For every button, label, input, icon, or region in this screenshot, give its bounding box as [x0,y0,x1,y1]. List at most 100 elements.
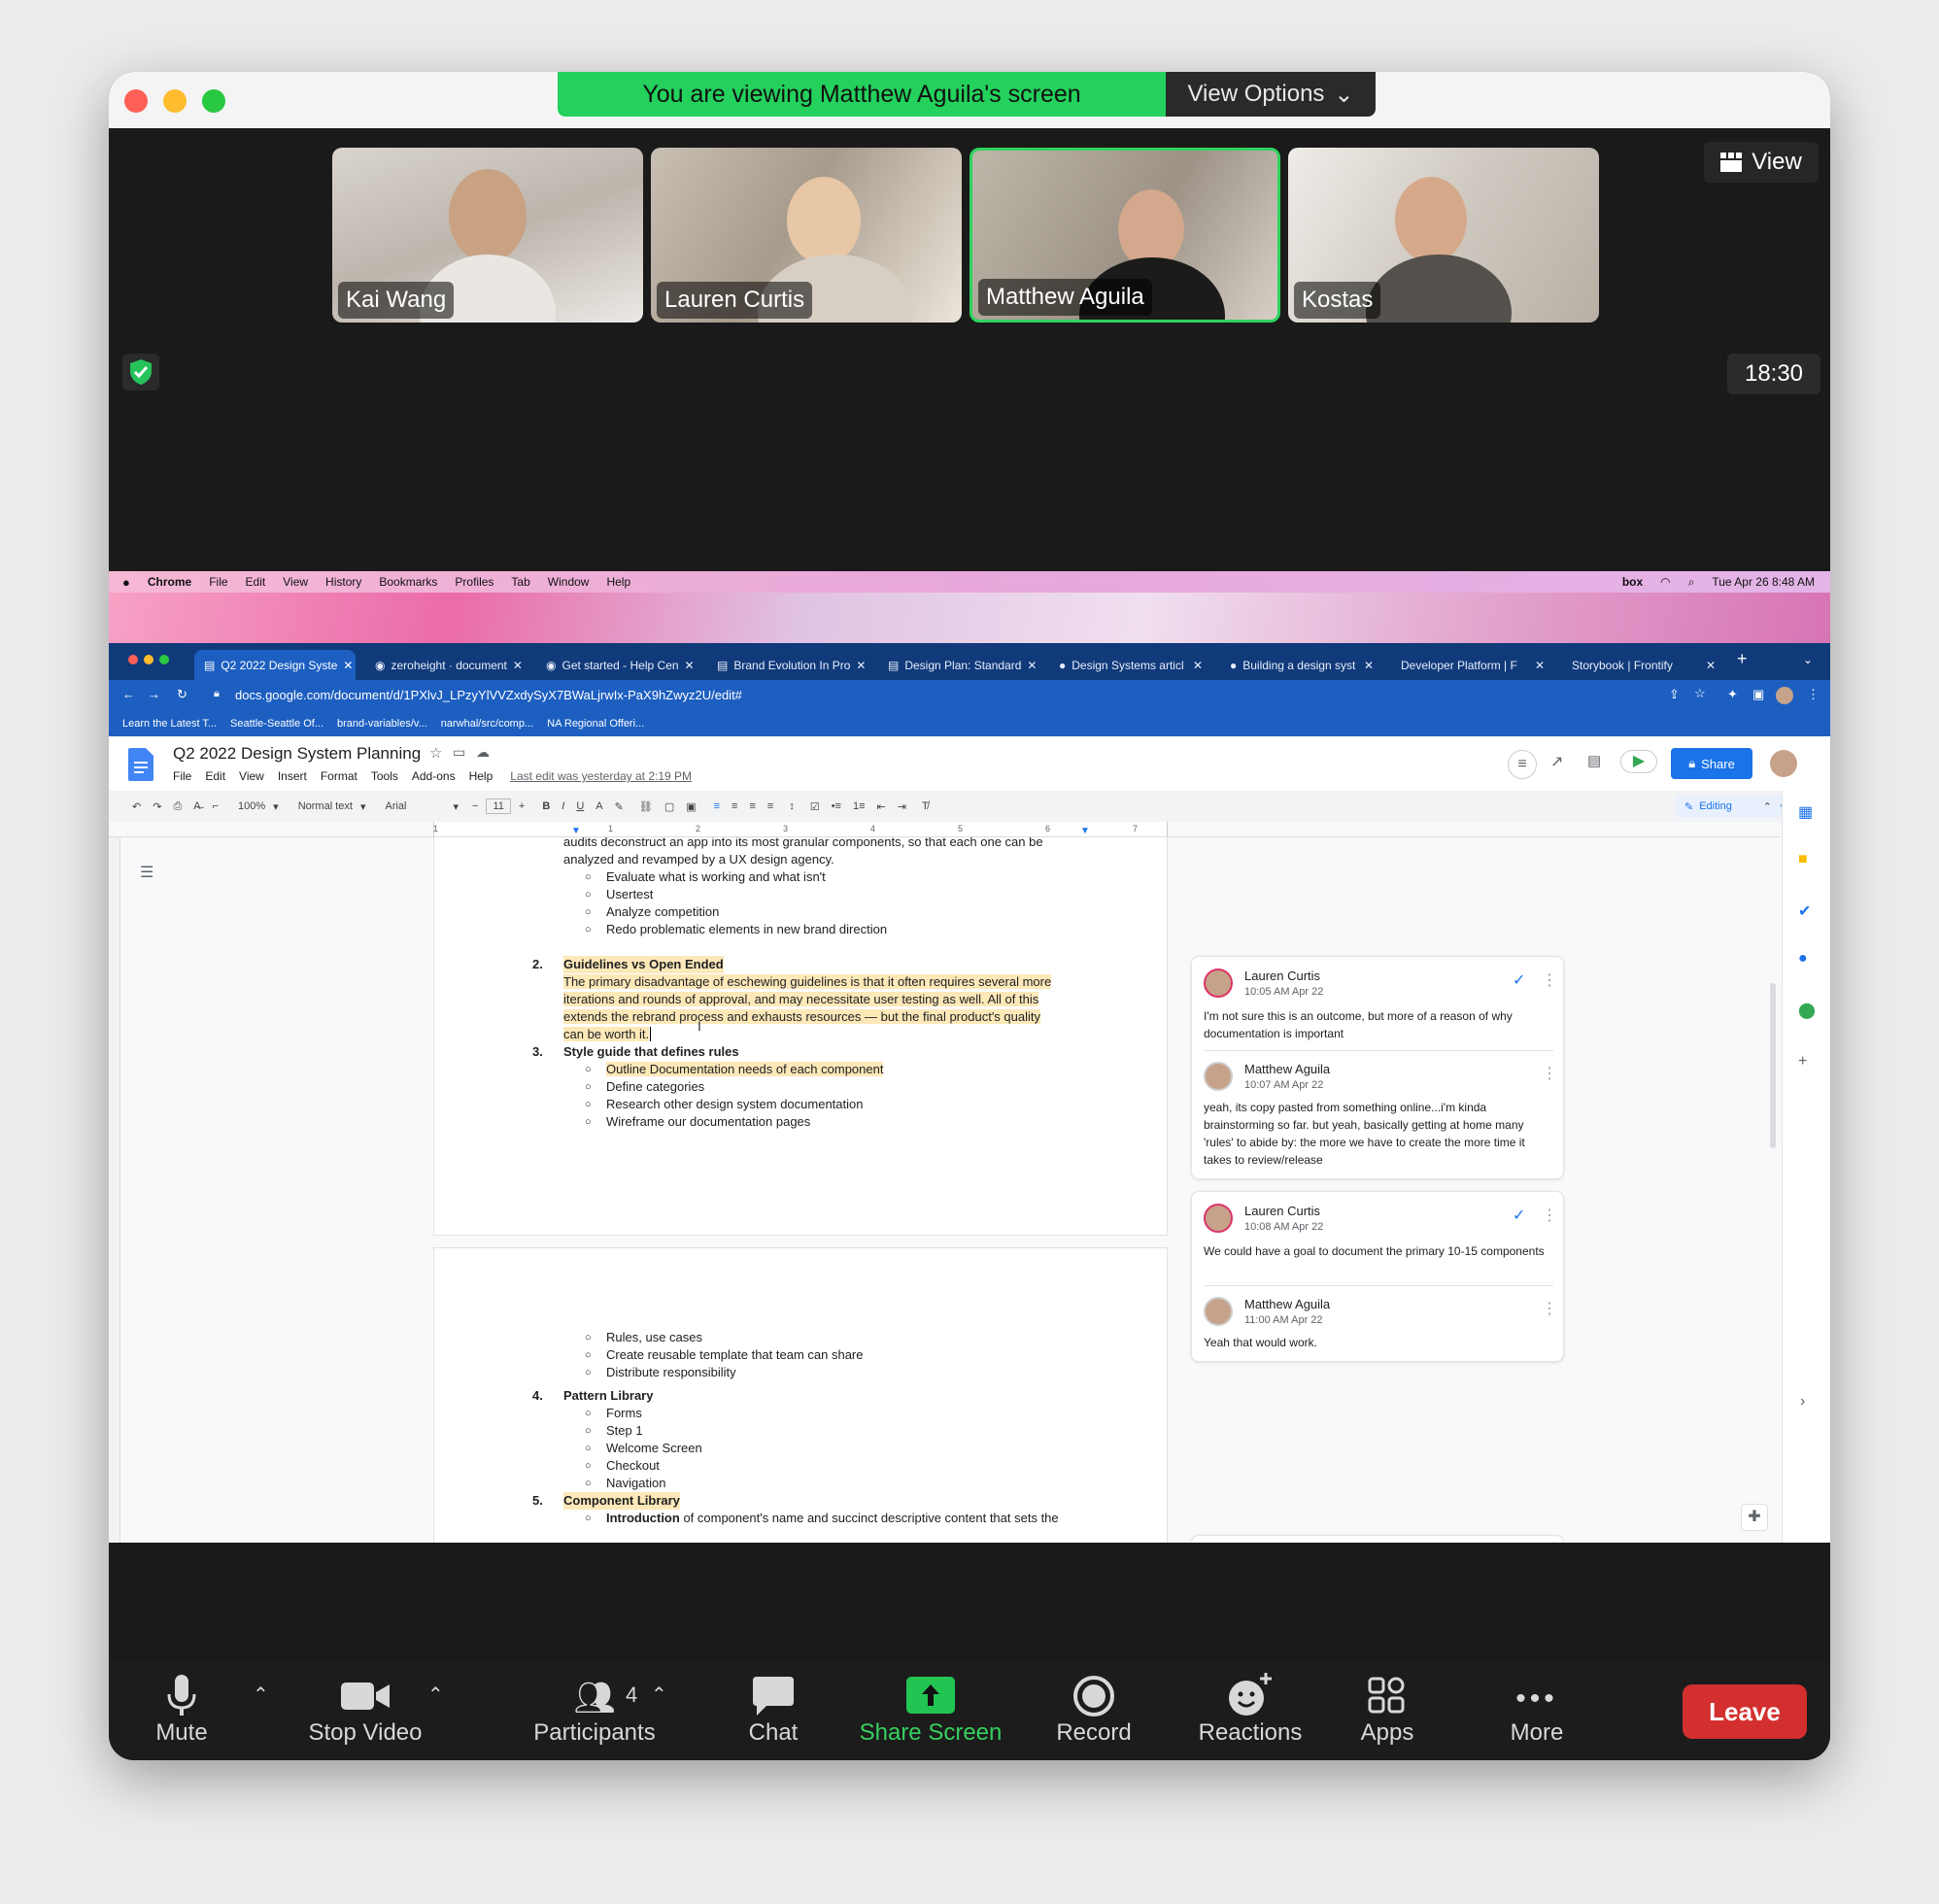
bookmark-item[interactable]: Seattle-Seattle Of... [230,718,323,730]
maximize-window-button[interactable] [202,89,225,113]
redo-icon[interactable]: ↷ [153,800,161,813]
line-spacing-icon[interactable]: ↕ [789,800,795,812]
video-options-chevron-icon[interactable]: ⌃ [427,1683,444,1707]
chevron-down-icon[interactable]: ▾ [273,800,279,813]
menu-tab[interactable]: Tab [511,575,529,589]
browser-tab[interactable]: ▤ Design Plan: Standard ✕ [878,650,1039,680]
clear-formatting-icon[interactable]: T̸ [922,800,929,812]
comment-more-icon[interactable]: ⋮ [1542,970,1557,990]
font-size-input[interactable]: 11 [486,799,511,814]
stop-video-button[interactable]: Stop Video [299,1669,431,1756]
underline-icon[interactable]: U [576,800,584,812]
reload-icon[interactable]: ↻ [177,687,187,702]
docs-menu-insert[interactable]: Insert [278,769,307,783]
indent-marker-icon[interactable]: ▼ [571,826,581,836]
close-tab-icon[interactable]: ✕ [685,659,695,672]
contacts-icon[interactable]: ● [1798,950,1808,968]
show-outline-icon[interactable]: ≡ [1508,750,1537,779]
browser-tab[interactable]: ◉ zeroheight · document ✕ [365,650,527,680]
share-page-icon[interactable]: ⇪ [1669,687,1680,702]
style-select[interactable]: Normal text [298,800,353,812]
extensions-icon[interactable]: ✦ [1727,687,1738,702]
user-avatar[interactable] [1770,750,1797,777]
meet-icon[interactable]: ▶ [1620,750,1657,773]
bulleted-list-icon[interactable]: •≡ [832,800,841,812]
menu-bookmarks[interactable]: Bookmarks [379,575,437,589]
insert-link-icon[interactable]: ⛓ [639,800,653,813]
move-folder-icon[interactable]: ▭ [453,744,465,761]
more-button[interactable]: ••• More [1488,1669,1585,1756]
audio-options-chevron-icon[interactable]: ⌃ [253,1683,269,1707]
forward-arrow-icon[interactable]: → [148,687,160,701]
expand-panel-chevron-icon[interactable]: › [1800,1393,1805,1411]
text-color-icon[interactable]: A [595,800,602,812]
minimize-window-button[interactable] [163,89,187,113]
font-select[interactable]: Arial [385,800,453,812]
browser-tab[interactable]: Developer Platform | F ✕ [1391,650,1552,680]
doc-title[interactable]: Q2 2022 Design System Planning [173,744,421,764]
numbered-list-icon[interactable]: 1≡ [853,800,866,812]
wifi-icon[interactable]: ◠ [1660,575,1670,589]
insert-image-icon[interactable]: ▣ [686,800,696,813]
leave-button[interactable]: Leave [1683,1684,1807,1739]
increase-indent-icon[interactable]: ⇥ [898,800,906,813]
add-addon-plus-icon[interactable]: + [1798,1053,1807,1071]
participant-tile-lauren-curtis[interactable]: Lauren Curtis [651,148,962,323]
share-button[interactable]: 🔒︎ Share [1671,748,1752,779]
checklist-icon[interactable]: ☑ [810,800,820,813]
docs-menu-help[interactable]: Help [469,769,493,783]
browser-tab[interactable]: ● Design Systems articl ✕ [1049,650,1210,680]
close-tab-icon[interactable]: ✕ [856,659,866,672]
new-tab-plus-icon[interactable]: + [1737,649,1748,669]
maps-icon[interactable]: ⬤ [1798,1001,1816,1020]
docs-menu-format[interactable]: Format [321,769,357,783]
kebab-menu-icon[interactable]: ⋮ [1807,687,1820,702]
chat-button[interactable]: Chat [725,1669,822,1756]
vertical-scrollbar[interactable] [1770,983,1776,1148]
menu-view[interactable]: View [283,575,308,589]
comment-more-icon[interactable]: ⋮ [1542,1064,1557,1083]
bold-icon[interactable]: B [542,800,550,812]
bookmark-item[interactable]: Learn the Latest T... [122,718,217,730]
docs-menu-edit[interactable]: Edit [205,769,225,783]
record-button[interactable]: Record [1036,1669,1152,1756]
resolve-checkmark-icon[interactable]: ✓ [1513,1206,1525,1225]
bookmark-item[interactable]: brand-variables/v... [337,718,427,730]
back-arrow-icon[interactable]: ← [122,687,135,701]
activity-trend-icon[interactable]: ↗ [1550,752,1563,771]
document-page[interactable] [433,1247,1168,1543]
menu-profiles[interactable]: Profiles [455,575,493,589]
share-screen-button[interactable]: Share Screen [851,1669,1010,1756]
close-tab-icon[interactable]: ✕ [1535,659,1545,672]
profile-avatar[interactable] [1776,687,1793,704]
document-outline-icon[interactable]: ☰ [140,863,153,882]
align-right-icon[interactable]: ≡ [749,800,755,812]
docs-menu-addons[interactable]: Add-ons [412,769,456,783]
browser-tab-active[interactable]: ▤ Q2 2022 Design Syste ✕ [194,650,356,680]
increase-font-size-icon[interactable]: + [519,800,525,812]
side-panel-icon[interactable]: ▣ [1752,687,1764,702]
reactions-button[interactable]: Reactions [1177,1669,1323,1756]
url-field[interactable]: docs.google.com/document/d/1PXlvJ_LPzyYl… [235,688,742,702]
maximize-window-button[interactable] [159,655,169,664]
italic-icon[interactable]: I [561,800,564,812]
docs-menu-view[interactable]: View [239,769,264,783]
menu-window[interactable]: Window [548,575,590,589]
calendar-icon[interactable]: ▦ [1798,802,1813,822]
align-left-icon[interactable]: ≡ [714,800,720,812]
close-tab-icon[interactable]: ✕ [1193,659,1203,672]
browser-tab[interactable]: Storybook | Frontify ✕ [1562,650,1723,680]
view-layout-button[interactable]: View [1704,142,1819,183]
close-tab-icon[interactable]: ✕ [513,659,523,672]
tab-search-chevron-icon[interactable]: ⌄ [1803,653,1813,666]
collapse-toolbar-icon[interactable]: ⌃ [1763,800,1772,813]
search-icon[interactable]: ⌕ [1688,575,1695,590]
add-comment-icon[interactable]: ▢ [664,800,674,813]
comment-thread[interactable] [1191,1535,1564,1543]
mute-button[interactable]: Mute [128,1669,235,1756]
participant-tile-kai-wang[interactable]: Kai Wang [332,148,643,323]
explore-icon[interactable]: ✚ [1741,1504,1768,1531]
comment-thread[interactable]: Lauren Curtis 10:08 AM Apr 22 ✓ ⋮ We cou… [1191,1191,1564,1362]
docs-menu-tools[interactable]: Tools [371,769,398,783]
comment-more-icon[interactable]: ⋮ [1542,1206,1557,1225]
